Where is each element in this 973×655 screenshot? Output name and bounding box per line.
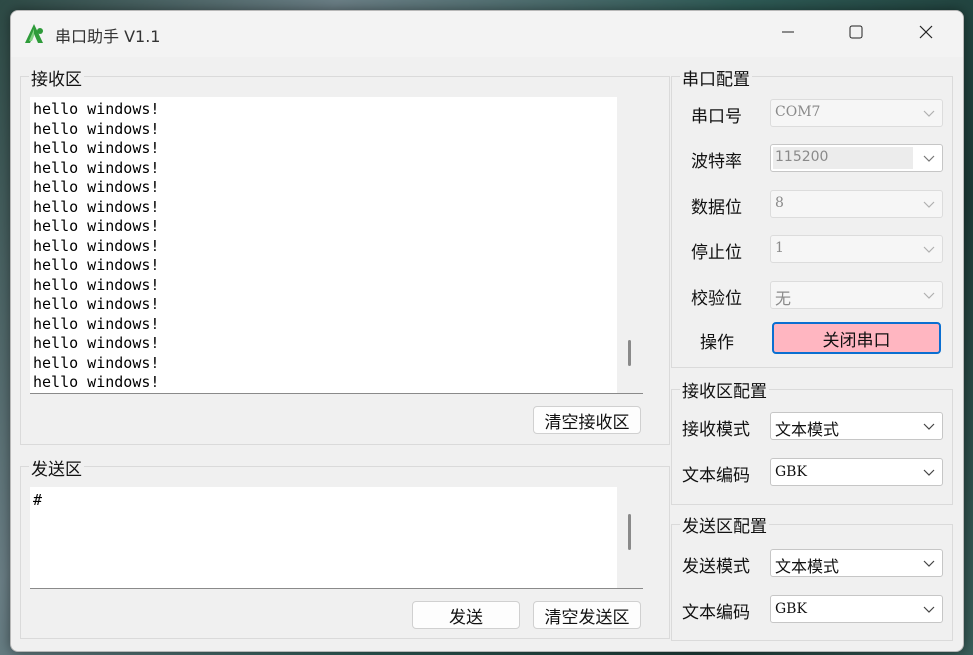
chevron-down-icon bbox=[923, 201, 935, 208]
receive-line: hello windows! bbox=[33, 295, 160, 313]
chevron-down-icon bbox=[923, 606, 935, 613]
receive-line: hello windows! bbox=[33, 275, 160, 294]
receive-line: hello windows! bbox=[33, 100, 160, 118]
receive-line: hello windows! bbox=[33, 178, 160, 196]
close-port-button[interactable]: 关闭串口 bbox=[772, 322, 941, 354]
databits-value: 8 bbox=[775, 195, 784, 211]
send-text: # bbox=[33, 491, 43, 509]
action-label: 操作 bbox=[700, 333, 734, 353]
receive-line: hello windows! bbox=[33, 314, 160, 333]
send-mode-value: 文本模式 bbox=[775, 557, 840, 576]
send-textarea[interactable]: # bbox=[30, 487, 643, 589]
send-config-title: 发送区配置 bbox=[680, 512, 769, 537]
send-scrollbar[interactable] bbox=[617, 487, 643, 588]
send-encoding-value: GBK bbox=[775, 601, 807, 617]
receive-config-title: 接收区配置 bbox=[680, 377, 769, 402]
minimize-icon bbox=[781, 24, 795, 43]
parity-label: 校验位 bbox=[691, 289, 742, 309]
maximize-icon bbox=[849, 24, 863, 43]
receive-encoding-label: 文本编码 bbox=[682, 466, 750, 486]
receive-line: hello windows! bbox=[33, 197, 160, 216]
stopbits-select: 1 bbox=[770, 235, 943, 263]
title-bar: 串口助手 V1.1 bbox=[11, 11, 963, 57]
receive-encoding-select[interactable]: GBK bbox=[770, 458, 943, 486]
baud-value: 115200 bbox=[775, 149, 829, 165]
parity-select: 无 bbox=[770, 281, 943, 309]
receive-line: hello windows! bbox=[33, 119, 160, 138]
close-window-button[interactable] bbox=[901, 11, 951, 55]
chevron-down-icon bbox=[923, 110, 935, 117]
receive-mode-label: 接收模式 bbox=[682, 420, 750, 440]
send-group-title: 发送区 bbox=[29, 455, 84, 480]
receive-textarea[interactable]: hello windows! hello windows! hello window… bbox=[30, 97, 643, 394]
chevron-down-icon bbox=[923, 155, 935, 162]
parity-value: 无 bbox=[775, 289, 792, 308]
chevron-down-icon bbox=[923, 246, 935, 253]
receive-mode-value: 文本模式 bbox=[775, 420, 840, 439]
receive-line: hello windows! bbox=[33, 334, 160, 352]
window-title: 串口助手 V1.1 bbox=[55, 27, 161, 46]
send-mode-label: 发送模式 bbox=[682, 557, 750, 577]
send-button[interactable]: 发送 bbox=[412, 601, 520, 629]
port-label: 串口号 bbox=[691, 107, 742, 127]
clear-send-button[interactable]: 清空发送区 bbox=[533, 601, 641, 629]
send-encoding-select[interactable]: GBK bbox=[770, 595, 943, 623]
chevron-down-icon bbox=[923, 560, 935, 567]
send-config-group bbox=[671, 524, 953, 641]
port-select: COM7 bbox=[770, 99, 943, 127]
baud-select: 115200 bbox=[770, 144, 943, 172]
app-window: 串口助手 V1.1 接收区 hello windows! hello window… bbox=[10, 10, 964, 652]
databits-select: 8 bbox=[770, 190, 943, 218]
receive-encoding-value: GBK bbox=[775, 464, 807, 480]
receive-scroll-thumb[interactable] bbox=[628, 340, 631, 366]
receive-line: hello windows! bbox=[33, 256, 160, 274]
stopbits-value: 1 bbox=[775, 240, 784, 256]
close-icon bbox=[919, 24, 933, 43]
receive-text: hello windows! hello windows! hello window… bbox=[33, 100, 159, 393]
send-mode-select[interactable]: 文本模式 bbox=[770, 549, 943, 577]
chevron-down-icon bbox=[923, 423, 935, 430]
receive-line: hello windows! bbox=[33, 217, 160, 235]
receive-group-title: 接收区 bbox=[29, 65, 84, 90]
databits-label: 数据位 bbox=[691, 198, 742, 218]
receive-line: hello windows! bbox=[33, 373, 160, 391]
receive-scrollbar[interactable] bbox=[617, 97, 643, 393]
receive-line: hello windows! bbox=[33, 158, 160, 177]
minimize-button[interactable] bbox=[763, 11, 813, 55]
maximize-button[interactable] bbox=[831, 11, 881, 55]
receive-line: hello windows! bbox=[33, 353, 160, 372]
send-encoding-label: 文本编码 bbox=[682, 603, 750, 623]
receive-config-group bbox=[671, 389, 953, 505]
chevron-down-icon bbox=[923, 292, 935, 299]
receive-line: hello windows! bbox=[33, 139, 160, 157]
send-scroll-thumb[interactable] bbox=[628, 514, 631, 550]
stopbits-label: 停止位 bbox=[691, 243, 742, 263]
baud-label: 波特率 bbox=[691, 152, 742, 172]
app-logo-icon bbox=[23, 23, 45, 45]
serial-config-title: 串口配置 bbox=[680, 65, 752, 90]
port-value: COM7 bbox=[775, 104, 821, 120]
chevron-down-icon bbox=[923, 469, 935, 476]
clear-receive-button[interactable]: 清空接收区 bbox=[533, 406, 641, 434]
receive-mode-select[interactable]: 文本模式 bbox=[770, 412, 943, 440]
receive-line: hello windows! bbox=[33, 236, 160, 255]
